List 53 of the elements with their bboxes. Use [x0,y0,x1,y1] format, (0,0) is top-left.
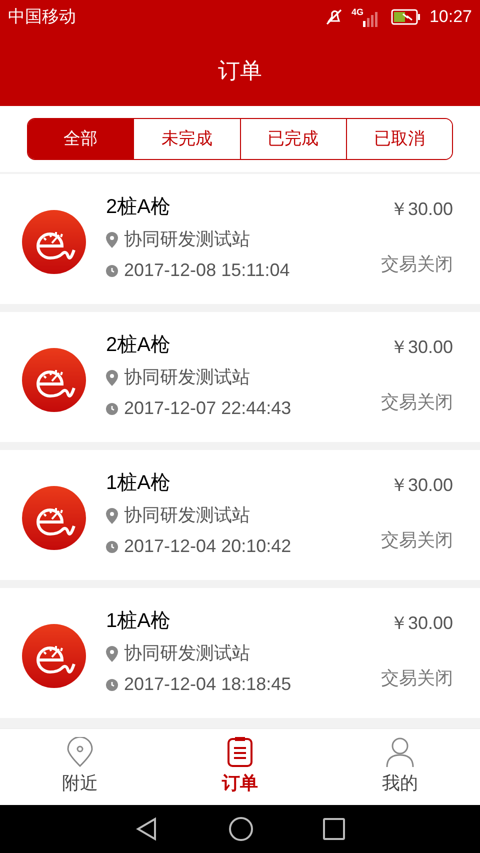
order-price: ￥30.00 [390,474,453,497]
location-pin-icon [66,737,94,767]
charger-name: 2桩A枪 [106,333,172,358]
station-name: 协同研发测试站 [124,366,250,389]
order-card[interactable]: 2桩A枪 协同研发测试站 2017-12-08 15:11:04 ￥30.00 交易关闭 [0,174,480,304]
order-price: ￥30.00 [390,336,453,359]
battery-icon [391,9,422,25]
charger-logo-icon [22,348,86,412]
location-pin-icon [106,370,118,386]
order-status: 交易关闭 [381,391,453,414]
mute-icon [325,8,344,26]
recents-icon[interactable] [323,818,346,840]
person-icon [386,737,414,767]
filter-tab[interactable]: 已取消 [346,119,452,159]
order-price: ￥30.00 [390,612,453,635]
order-card[interactable]: 1桩A枪 协同研发测试站 2017-12-04 20:10:42 ￥30.00 交易关闭 [0,450,480,580]
order-time: 2017-12-04 18:18:45 [124,673,292,696]
station-name: 协同研发测试站 [124,228,250,251]
order-status: 交易关闭 [381,253,453,276]
clock-icon [106,540,118,552]
nav-tab[interactable]: 我的 [320,729,480,805]
station-name: 协同研发测试站 [124,504,250,527]
order-card[interactable]: 1桩A枪 协同研发测试站 2017-12-04 18:18:45 ￥30.00 交易关闭 [0,588,480,718]
clock-icon [106,678,118,690]
order-price: ￥30.00 [390,198,453,221]
order-status: 交易关闭 [381,667,453,690]
order-time: 2017-12-04 20:10:42 [124,535,292,558]
charger-name: 1桩A枪 [106,609,172,634]
clock-icon [106,402,118,414]
location-pin-icon [106,508,118,524]
charger-name: 1桩A枪 [106,471,172,496]
network-label: 4G [351,8,364,16]
order-card[interactable]: 2桩A枪 协同研发测试站 2017-12-07 22:44:43 ￥30.00 交易关闭 [0,312,480,442]
charger-name: 2桩A枪 [106,195,172,220]
clock-icon [106,264,118,276]
location-pin-icon [106,646,118,662]
station-name: 协同研发测试站 [124,642,250,665]
page-title: 订单 [218,56,262,84]
charger-logo-icon [22,210,86,274]
order-time: 2017-12-08 15:11:04 [124,259,290,282]
charger-logo-icon [22,624,86,688]
clipboard-icon [227,737,253,767]
filter-tab[interactable]: 全部 [28,119,134,159]
order-status: 交易关闭 [381,529,453,552]
order-time: 2017-12-07 22:44:43 [124,397,292,420]
carrier-name: 中国移动 [8,6,76,28]
back-icon[interactable] [134,817,159,841]
nav-tab[interactable]: 附近 [0,729,160,805]
clock-time: 10:27 [429,6,472,28]
charger-logo-icon [22,486,86,550]
home-icon[interactable] [228,816,254,842]
nav-tab[interactable]: 订单 [160,729,320,805]
location-pin-icon [106,232,118,248]
